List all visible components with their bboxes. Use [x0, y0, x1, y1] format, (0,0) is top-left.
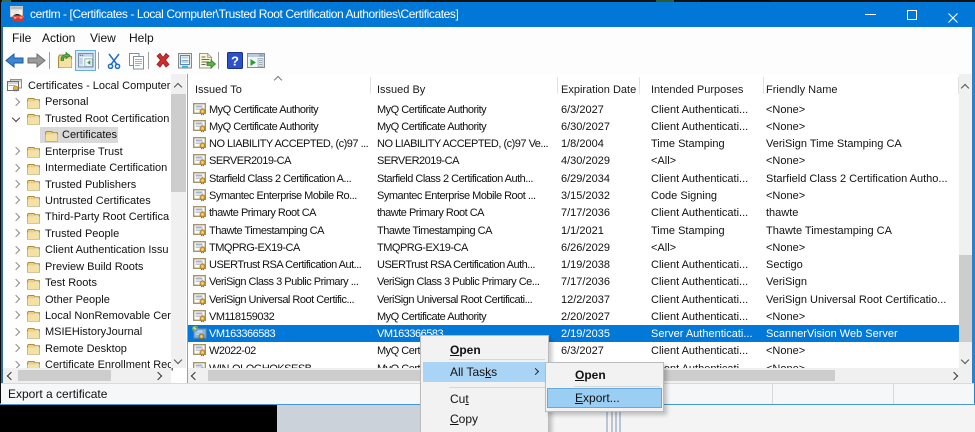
svg-text:?: ?	[231, 54, 239, 69]
